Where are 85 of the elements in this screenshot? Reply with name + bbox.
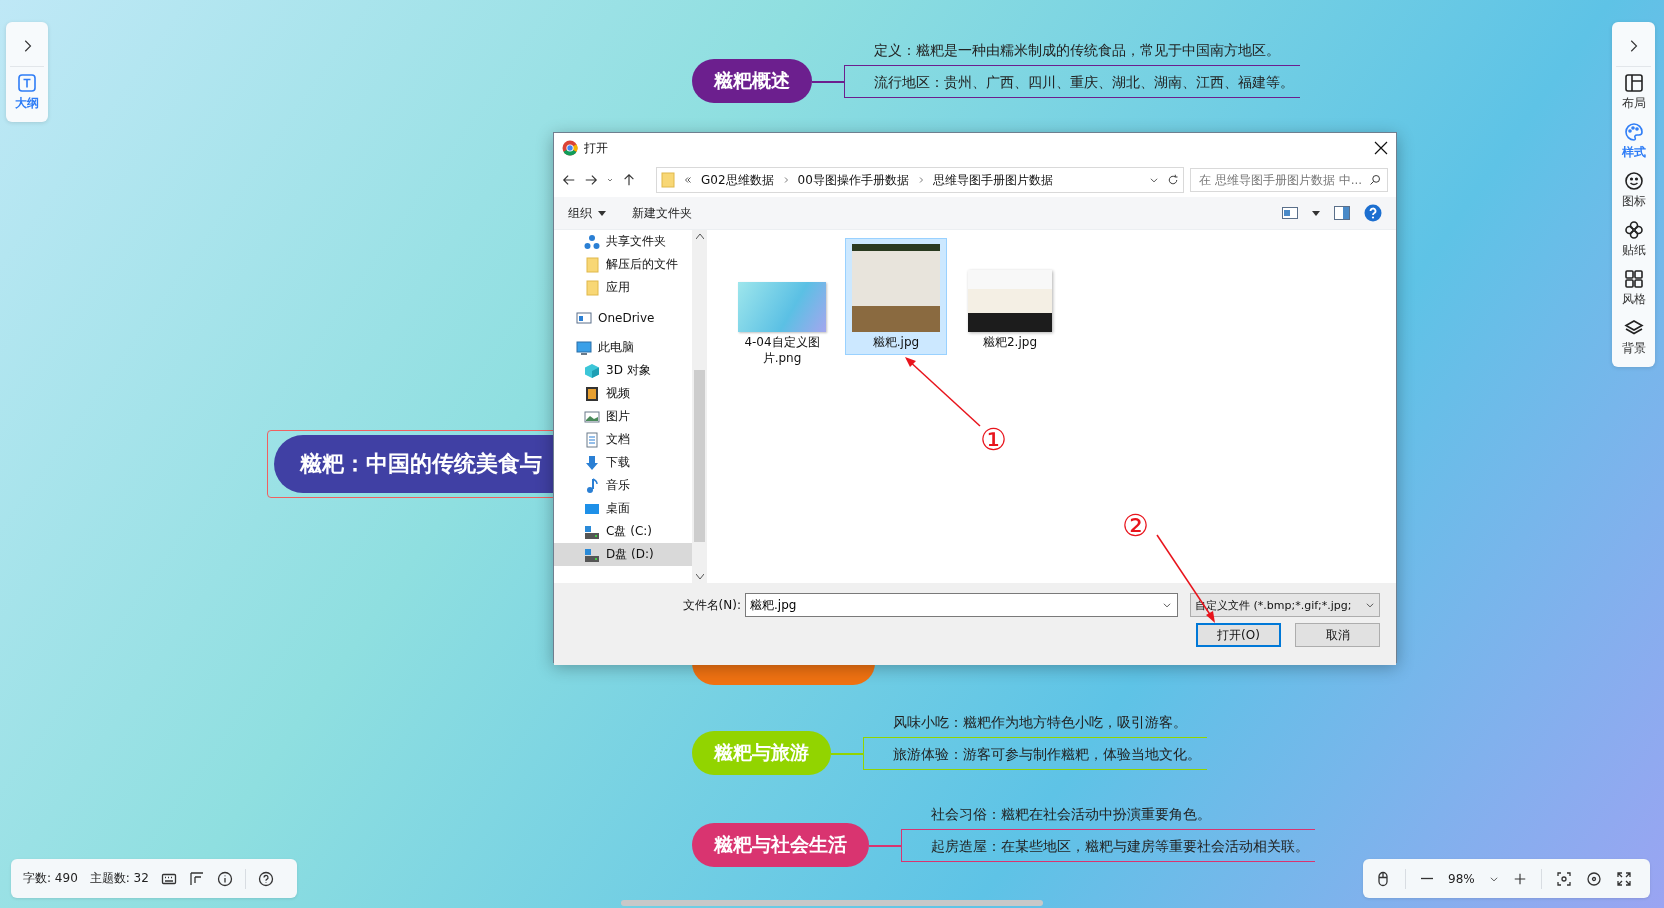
nav-item[interactable]: 图片 <box>554 405 692 428</box>
sidebar-tab[interactable]: 样式 <box>1621 116 1646 165</box>
film-icon <box>584 385 600 402</box>
file-item[interactable]: 4-04自定义图片.png <box>731 238 833 371</box>
file-item[interactable]: 糍粑2.jpg <box>959 238 1061 355</box>
nav-item[interactable]: OneDrive <box>554 306 692 329</box>
network-icon <box>584 233 600 250</box>
subtopic[interactable]: 风味小吃：糍粑作为地方特色小吃，吸引游客。 <box>863 706 1207 738</box>
up-arrow-icon <box>622 173 636 187</box>
flower-icon <box>1623 220 1644 240</box>
open-button[interactable]: 打开(O) <box>1196 623 1281 647</box>
nav-item[interactable]: 桌面 <box>554 497 692 520</box>
layout-icon <box>1623 73 1644 93</box>
nav-item[interactable]: 3D 对象 <box>554 359 692 382</box>
topic-count: 主题数: 32 <box>89 870 149 887</box>
music-note-icon <box>584 477 600 494</box>
sidebar-tab[interactable]: 贴纸 <box>1621 214 1646 263</box>
palette-icon <box>1623 122 1644 142</box>
preview-pane-icon[interactable] <box>1334 206 1350 220</box>
nav-item[interactable]: 此电脑 <box>554 336 692 359</box>
nav-item[interactable]: 解压后的文件 <box>554 253 692 276</box>
nav-item[interactable]: D盘 (D:) <box>554 543 692 566</box>
close-icon[interactable] <box>1374 141 1388 155</box>
nav-item[interactable]: 共享文件夹 <box>554 230 692 253</box>
cancel-button[interactable]: 取消 <box>1295 623 1380 647</box>
nav-item[interactable]: C盘 (C:) <box>554 520 692 543</box>
caret-down-icon <box>1149 175 1159 185</box>
monitor-icon <box>576 339 592 356</box>
toolbar-button[interactable]: 新建文件夹 <box>632 204 692 222</box>
scrollbar[interactable] <box>621 900 1043 906</box>
smiley-icon <box>1623 171 1644 191</box>
annotation-number: ① <box>980 425 1007 455</box>
subtopic[interactable]: 流行地区：贵州、广西、四川、重庆、湖北、湖南、江西、福建等。 <box>844 66 1300 98</box>
field-label: 文件名(N): <box>682 596 741 614</box>
refresh-icon <box>1167 174 1179 186</box>
subtopic[interactable]: 社会习俗：糍粑在社会活动中扮演重要角色。 <box>901 798 1315 830</box>
drive-icon <box>584 523 600 540</box>
caret-down-icon <box>1162 600 1172 610</box>
subtopic[interactable]: 定义：糍粑是一种由糯米制成的传统食品，常见于中国南方地区。 <box>844 34 1300 66</box>
grid-icon <box>1623 269 1644 289</box>
zoom-level[interactable]: 98% <box>1448 871 1475 886</box>
sidebar-tab[interactable]: 图标 <box>1621 165 1646 214</box>
address-bar[interactable]: G02思维数据 00导图操作手册数据 思维导图手册图片数据 <box>656 167 1184 193</box>
caret-down-icon <box>695 574 704 579</box>
subtopic[interactable]: 起房造屋：在某些地区，糍粑与建房等重要社会活动相关联。 <box>901 830 1315 862</box>
caret-down-icon[interactable] <box>1312 210 1320 216</box>
sidebar-tab[interactable]: 布局 <box>1621 67 1646 116</box>
annotation-number: ② <box>1122 511 1149 541</box>
cube-icon <box>584 362 600 379</box>
word-count: 字数: 490 <box>23 870 78 887</box>
back-arrow-icon <box>562 173 576 187</box>
view-icon[interactable] <box>1282 207 1298 219</box>
sidebar-tab[interactable]: 背景 <box>1621 312 1646 361</box>
browser-logo-icon <box>562 140 578 156</box>
folder-icon <box>584 256 600 273</box>
nav-item[interactable]: 视频 <box>554 382 692 405</box>
arrow-down-icon <box>584 454 600 471</box>
breadcrumb[interactable]: 思维导图手册图片数据 <box>932 171 1053 189</box>
nav-item[interactable]: 应用 <box>554 276 692 299</box>
search-icon <box>1369 174 1381 186</box>
folder-icon <box>661 172 675 188</box>
toolbar-button[interactable]: 组织 <box>568 204 606 222</box>
branch-topic[interactable]: 糍粑概述 <box>692 59 812 103</box>
subtopic[interactable]: 旅游体验：游客可参与制作糍粑，体验当地文化。 <box>863 738 1207 770</box>
breadcrumb[interactable]: G02思维数据 <box>701 171 774 189</box>
caret-down-icon <box>1365 600 1375 610</box>
window-icon <box>576 309 592 326</box>
caret-down-icon <box>606 176 614 184</box>
caret-down-icon <box>598 210 606 216</box>
file-item[interactable]: 糍粑.jpg <box>845 238 947 355</box>
folder-icon <box>584 279 600 296</box>
forward-arrow-icon <box>584 173 598 187</box>
picture-icon <box>584 408 600 425</box>
document-icon <box>584 431 600 448</box>
search-field[interactable]: 在 思维导图手册图片数据 中... <box>1190 168 1388 192</box>
breadcrumb[interactable]: 00导图操作手册数据 <box>797 171 909 189</box>
branch-topic[interactable]: 糍粑与社会生活 <box>692 823 869 867</box>
caret-up-icon <box>695 234 704 239</box>
drive-icon <box>584 546 600 563</box>
text-box-icon <box>17 73 37 93</box>
double-chevron-icon <box>683 175 693 185</box>
scrollbar[interactable] <box>692 230 707 583</box>
filename-field[interactable]: 糍粑.jpg <box>745 593 1178 617</box>
sidebar-tab[interactable]: 风格 <box>1621 263 1646 312</box>
window-title: 打开 <box>584 139 608 157</box>
